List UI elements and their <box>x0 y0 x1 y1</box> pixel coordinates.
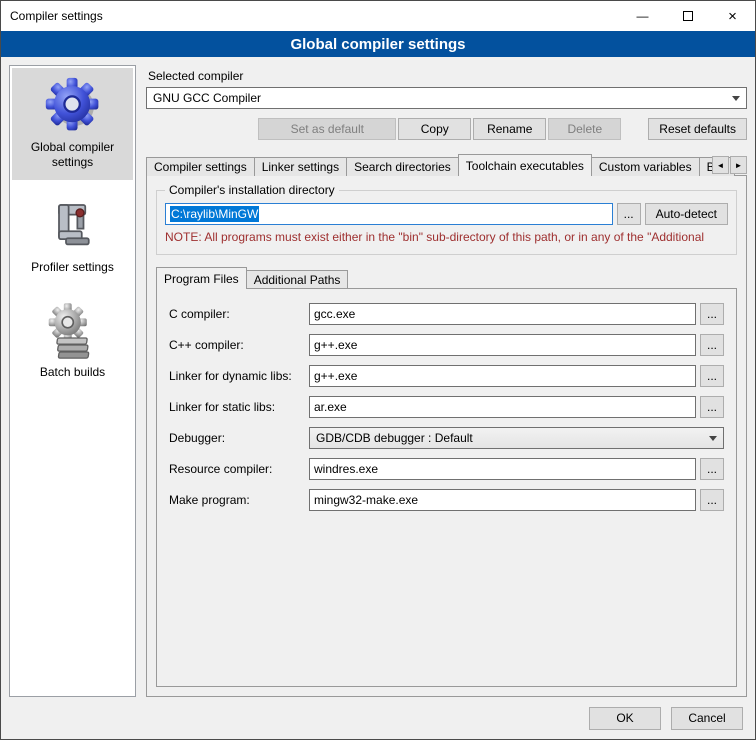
selected-compiler-combobox[interactable]: GNU GCC Compiler <box>146 87 747 109</box>
copy-button[interactable]: Copy <box>398 118 471 140</box>
dynamic-linker-value: g++.exe <box>314 369 357 383</box>
programs-subtabbar: Program Files Additional Paths <box>156 267 737 289</box>
tab-toolchain-executables[interactable]: Toolchain executables <box>458 154 592 176</box>
delete-button[interactable]: Delete <box>548 118 621 140</box>
debugger-combobox[interactable]: GDB/CDB debugger : Default <box>309 427 724 449</box>
cancel-button[interactable]: Cancel <box>671 707 743 730</box>
subtab-program-files[interactable]: Program Files <box>156 267 247 289</box>
field-row-debugger: Debugger: GDB/CDB debugger : Default <box>169 427 724 449</box>
cpp-compiler-label: C++ compiler: <box>169 338 309 352</box>
resource-compiler-value: windres.exe <box>314 462 378 476</box>
program-files-page: C compiler: gcc.exe ... C++ compiler: g+… <box>156 288 737 687</box>
rename-button[interactable]: Rename <box>473 118 546 140</box>
page-title: Global compiler settings <box>1 31 755 57</box>
resource-compiler-input[interactable]: windres.exe <box>309 458 696 480</box>
installation-directory-browse-button[interactable]: ... <box>617 203 641 225</box>
field-row-c-compiler: C compiler: gcc.exe ... <box>169 303 724 325</box>
titlebar: Compiler settings — × <box>1 1 755 31</box>
window-title: Compiler settings <box>1 9 103 23</box>
tab-scroll-left-icon[interactable]: ◄ <box>712 156 729 174</box>
installation-directory-value: C:\raylib\MinGW <box>170 206 259 222</box>
c-compiler-browse-button[interactable]: ... <box>700 303 724 325</box>
tab-scroll-right-icon[interactable]: ► <box>730 156 747 174</box>
installation-directory-label: Compiler's installation directory <box>165 183 339 197</box>
c-compiler-label: C compiler: <box>169 307 309 321</box>
installation-directory-input[interactable]: C:\raylib\MinGW <box>165 203 613 225</box>
field-row-static-linker: Linker for static libs: ar.exe ... <box>169 396 724 418</box>
c-compiler-value: gcc.exe <box>314 307 355 321</box>
resource-compiler-browse-button[interactable]: ... <box>700 458 724 480</box>
minimize-button[interactable]: — <box>620 1 665 31</box>
static-linker-input[interactable]: ar.exe <box>309 396 696 418</box>
toolchain-executables-page: Compiler's installation directory C:\ray… <box>146 175 747 697</box>
tab-scroll-buttons: ◄ ► <box>712 156 747 174</box>
selected-compiler-label: Selected compiler <box>148 69 747 83</box>
sidebar-item-global-compiler-settings[interactable]: Global compiler settings <box>12 68 133 180</box>
tab-compiler-settings[interactable]: Compiler settings <box>146 157 255 176</box>
bin-subdirectory-note: NOTE: All programs must exist either in … <box>165 230 728 244</box>
sidebar-item-label: Global compiler settings <box>15 140 130 170</box>
c-compiler-input[interactable]: gcc.exe <box>309 303 696 325</box>
minimize-icon: — <box>637 9 649 23</box>
sidebar-item-profiler-settings[interactable]: Profiler settings <box>12 190 133 285</box>
subtab-additional-paths[interactable]: Additional Paths <box>246 270 349 289</box>
make-program-input[interactable]: mingw32-make.exe <box>309 489 696 511</box>
dialog-footer: OK Cancel <box>1 697 755 739</box>
field-row-cpp-compiler: C++ compiler: g++.exe ... <box>169 334 724 356</box>
settings-tabbar: Compiler settings Linker settings Search… <box>146 154 747 176</box>
field-row-resource-compiler: Resource compiler: windres.exe ... <box>169 458 724 480</box>
chevron-down-icon <box>732 96 740 101</box>
dynamic-linker-input[interactable]: g++.exe <box>309 365 696 387</box>
cpp-compiler-input[interactable]: g++.exe <box>309 334 696 356</box>
tab-custom-variables[interactable]: Custom variables <box>591 157 700 176</box>
static-linker-value: ar.exe <box>314 400 347 414</box>
compiler-actions: Set as default Copy Rename Delete Reset … <box>146 118 747 140</box>
make-program-label: Make program: <box>169 493 309 507</box>
compiler-settings-dialog: Compiler settings — × Global compiler se… <box>0 0 756 740</box>
tab-search-directories[interactable]: Search directories <box>346 157 459 176</box>
chevron-down-icon <box>709 436 717 441</box>
window-controls: — × <box>620 1 755 31</box>
gray-gear-stack-icon <box>44 303 102 359</box>
sidebar-item-label: Batch builds <box>40 365 105 380</box>
make-program-browse-button[interactable]: ... <box>700 489 724 511</box>
blue-gear-icon <box>42 76 104 134</box>
close-icon: × <box>728 8 737 25</box>
resource-compiler-label: Resource compiler: <box>169 462 309 476</box>
dynamic-linker-label: Linker for dynamic libs: <box>169 369 309 383</box>
maximize-icon <box>683 11 693 21</box>
selected-compiler-value: GNU GCC Compiler <box>153 91 726 105</box>
close-button[interactable]: × <box>710 1 755 31</box>
reset-defaults-button[interactable]: Reset defaults <box>648 118 747 140</box>
sidebar-item-batch-builds[interactable]: Batch builds <box>12 295 133 390</box>
tab-linker-settings[interactable]: Linker settings <box>254 157 347 176</box>
sidebar-item-label: Profiler settings <box>31 260 114 275</box>
settings-category-sidebar: Global compiler settings Profiler settin… <box>9 65 136 697</box>
static-linker-browse-button[interactable]: ... <box>700 396 724 418</box>
set-as-default-button[interactable]: Set as default <box>258 118 396 140</box>
debugger-label: Debugger: <box>169 431 309 445</box>
debugger-value: GDB/CDB debugger : Default <box>316 431 703 445</box>
auto-detect-button[interactable]: Auto-detect <box>645 203 728 225</box>
installation-directory-group: Compiler's installation directory C:\ray… <box>156 190 737 255</box>
cpp-compiler-value: g++.exe <box>314 338 357 352</box>
ok-button[interactable]: OK <box>589 707 661 730</box>
dynamic-linker-browse-button[interactable]: ... <box>700 365 724 387</box>
profiler-tool-icon <box>44 198 102 254</box>
field-row-make-program: Make program: mingw32-make.exe ... <box>169 489 724 511</box>
cpp-compiler-browse-button[interactable]: ... <box>700 334 724 356</box>
make-program-value: mingw32-make.exe <box>314 493 418 507</box>
maximize-button[interactable] <box>665 1 710 31</box>
field-row-dynamic-linker: Linker for dynamic libs: g++.exe ... <box>169 365 724 387</box>
static-linker-label: Linker for static libs: <box>169 400 309 414</box>
